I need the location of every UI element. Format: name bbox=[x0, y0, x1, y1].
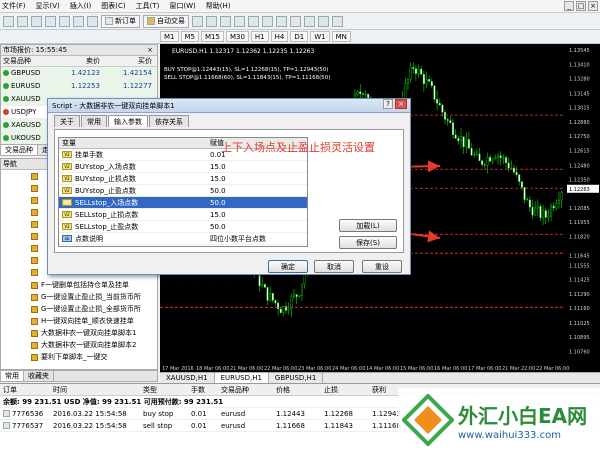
load-button[interactable]: 加载(L) bbox=[339, 219, 397, 232]
col-lots[interactable]: 手数 bbox=[188, 384, 218, 395]
order-price: 1.11668 bbox=[276, 422, 305, 430]
balance-text: 余额: 99 231.51 USD 净值: 99 231.51 可用预付款: 9… bbox=[3, 398, 224, 406]
param-value[interactable]: 50.0 bbox=[206, 221, 306, 232]
col-symbol[interactable]: 交易品种 bbox=[218, 384, 273, 395]
ok-button[interactable]: 确定 bbox=[268, 260, 308, 273]
order-time: 2016.03.22 15:54:58 bbox=[53, 410, 127, 418]
col-time[interactable]: 时间 bbox=[50, 384, 140, 395]
order-lots: 0.01 bbox=[191, 410, 207, 418]
param-row[interactable]: V2 BUYstop_止损点数 15.0 bbox=[59, 173, 307, 185]
order-id: 7776537 bbox=[12, 421, 44, 430]
double-param-icon: V2 bbox=[62, 175, 72, 182]
double-param-icon: V2 bbox=[62, 211, 72, 218]
param-value[interactable]: 50.0 bbox=[206, 185, 306, 196]
param-name: BUYstop_止盈点数 bbox=[75, 186, 136, 195]
tab-about[interactable]: 关于 bbox=[54, 115, 80, 127]
watermark-logo-icon bbox=[402, 394, 454, 446]
order-symbol: eurusd bbox=[221, 422, 246, 430]
col-order[interactable]: 订单 bbox=[0, 384, 50, 395]
col-type[interactable]: 类型 bbox=[140, 384, 188, 395]
order-type: buy stop bbox=[143, 410, 174, 418]
param-value[interactable]: 15.0 bbox=[206, 161, 306, 172]
script-dialog: Script - 大数据非农一键双向挂单脚本1 ? × 关于 常用 输入参数 依… bbox=[47, 98, 411, 275]
watermark-brand: 外汇小白EA网 bbox=[458, 404, 588, 428]
close-icon[interactable]: × bbox=[395, 99, 407, 109]
param-name: BUYstop_止损点数 bbox=[75, 174, 136, 183]
order-symbol: eurusd bbox=[221, 410, 246, 418]
param-value[interactable]: 15.0 bbox=[206, 173, 306, 184]
order-sl: 1.11843 bbox=[324, 422, 353, 430]
save-button[interactable]: 保存(S) bbox=[339, 236, 397, 249]
double-param-icon: V2 bbox=[62, 151, 72, 158]
tab-inputs[interactable]: 输入参数 bbox=[108, 115, 148, 127]
annotation-text: 上下入场点及止盈止损灵活设置 bbox=[221, 141, 375, 154]
reset-button[interactable]: 重设 bbox=[362, 260, 402, 273]
param-row[interactable]: V2 BUYstop_止盈点数 50.0 bbox=[59, 185, 307, 197]
order-time: 2016.03.22 15:54:58 bbox=[53, 422, 127, 430]
col-sl[interactable]: 止损 bbox=[321, 384, 369, 395]
param-name: BUYstop_入场点数 bbox=[75, 162, 136, 171]
pending-order-icon bbox=[3, 410, 10, 417]
param-name: 点数说明 bbox=[75, 234, 103, 243]
param-name: SELLstop_入场点数 bbox=[75, 198, 139, 207]
tab-common[interactable]: 常用 bbox=[81, 115, 107, 127]
watermark-url: www.waihui333.com bbox=[458, 430, 561, 441]
param-row[interactable]: V2 SELLstop_止盈点数 50.0 bbox=[59, 221, 307, 233]
col-variable: 变量 bbox=[62, 138, 76, 147]
string-param-icon: ab bbox=[62, 235, 72, 242]
order-lots: 0.01 bbox=[191, 422, 207, 430]
order-type: sell stop bbox=[143, 422, 173, 430]
order-id: 7776536 bbox=[12, 409, 44, 418]
pending-order-icon bbox=[3, 422, 10, 429]
double-param-icon: V2 bbox=[62, 199, 72, 206]
cancel-button[interactable]: 取消 bbox=[314, 260, 354, 273]
dialog-title: Script - 大数据非农一键双向挂单脚本1 bbox=[52, 102, 175, 110]
tab-dependencies[interactable]: 依存关系 bbox=[149, 115, 189, 127]
param-name: 挂单手数 bbox=[75, 150, 103, 159]
param-row[interactable]: V2 SELLstop_止损点数 15.0 bbox=[59, 209, 307, 221]
param-row[interactable]: ab 点数说明 四位小数平台点数 bbox=[59, 233, 307, 245]
param-row[interactable]: V2 BUYstop_入场点数 15.0 bbox=[59, 161, 307, 173]
param-row-selected[interactable]: V2 SELLstop_入场点数 50.0 bbox=[59, 197, 307, 209]
double-param-icon: V2 bbox=[62, 187, 72, 194]
param-name: SELLstop_止盈点数 bbox=[75, 222, 139, 231]
order-sl: 1.12268 bbox=[324, 410, 353, 418]
double-param-icon: V2 bbox=[62, 223, 72, 230]
param-value[interactable]: 15.0 bbox=[206, 209, 306, 220]
param-value[interactable]: 四位小数平台点数 bbox=[206, 233, 306, 244]
order-price: 1.12443 bbox=[276, 410, 305, 418]
help-icon[interactable]: ? bbox=[383, 99, 393, 109]
dialog-title-bar: Script - 大数据非农一键双向挂单脚本1 ? × bbox=[48, 99, 410, 113]
dialog-tabs: 关于 常用 输入参数 依存关系 bbox=[54, 115, 410, 127]
param-name: SELLstop_止损点数 bbox=[75, 210, 139, 219]
double-param-icon: V2 bbox=[62, 163, 72, 170]
col-price[interactable]: 价格 bbox=[273, 384, 321, 395]
param-value[interactable]: 50.0 bbox=[206, 197, 306, 208]
watermark: 外汇小白EA网 www.waihui333.com bbox=[398, 388, 600, 451]
